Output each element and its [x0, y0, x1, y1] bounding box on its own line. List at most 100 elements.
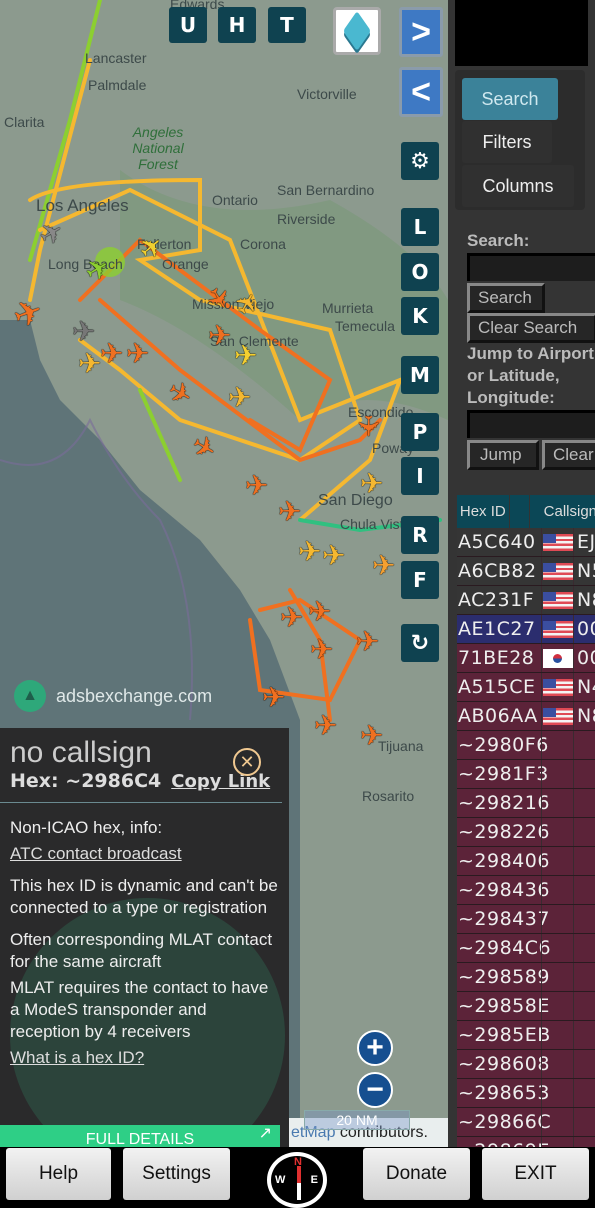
toggle-u-button[interactable]: U: [169, 7, 207, 43]
what-is-hex-link[interactable]: What is a hex ID?: [10, 1047, 279, 1069]
aircraft-icon[interactable]: ✈: [234, 342, 257, 370]
collapse-sidebar-button[interactable]: <: [399, 67, 443, 117]
aircraft-icon[interactable]: ✈: [245, 472, 268, 500]
aircraft-icon[interactable]: ✈: [100, 340, 123, 368]
help-button[interactable]: Help: [6, 1148, 111, 1200]
column-header-flag[interactable]: [508, 495, 529, 528]
toggle-m-button[interactable]: M: [401, 356, 439, 394]
aircraft-icon[interactable]: ✈: [280, 604, 303, 632]
settings-gear-button[interactable]: ⚙: [401, 142, 439, 180]
table-row[interactable]: AC231F N8: [457, 586, 595, 615]
donate-button[interactable]: Donate: [363, 1148, 470, 1200]
flag-cell: [541, 1050, 573, 1078]
layers-button[interactable]: [333, 7, 381, 55]
table-row[interactable]: A6CB82 N5: [457, 557, 595, 586]
full-details-button[interactable]: FULL DETAILS ↗: [0, 1125, 280, 1147]
aircraft-icon[interactable]: ✈: [310, 636, 333, 664]
tab-filters[interactable]: Filters: [462, 121, 552, 163]
table-row[interactable]: ~298436: [457, 876, 595, 905]
tab-columns[interactable]: Columns: [462, 165, 574, 207]
search-input[interactable]: [467, 253, 595, 281]
aircraft-icon[interactable]: ✈: [72, 318, 95, 346]
toggle-r-button[interactable]: R: [401, 516, 439, 554]
table-row[interactable]: ~298226: [457, 818, 595, 847]
table-row[interactable]: A515CE N4: [457, 673, 595, 702]
column-header-hex[interactable]: Hex ID: [457, 495, 509, 528]
table-row[interactable]: ~2984C6: [457, 934, 595, 963]
toggle-t-button[interactable]: T: [268, 7, 306, 43]
full-details-label: FULL DETAILS: [85, 1131, 195, 1147]
clear-search-button[interactable]: Clear Search: [467, 313, 595, 343]
table-row[interactable]: A5C640 EJ: [457, 528, 595, 557]
column-header-callsign[interactable]: Callsign: [528, 495, 595, 528]
external-link-icon: ↗: [258, 1125, 272, 1142]
flag-cell: [541, 1021, 573, 1049]
hex-cell: A515CE: [458, 676, 536, 698]
table-row[interactable]: ~2980F6: [457, 731, 595, 760]
aircraft-icon[interactable]: ✈: [372, 552, 395, 580]
table-row[interactable]: ~298437: [457, 905, 595, 934]
table-row[interactable]: ~29858E: [457, 992, 595, 1021]
aircraft-icon[interactable]: ✈: [78, 350, 101, 378]
copy-link[interactable]: Copy Link: [171, 771, 270, 792]
aircraft-icon[interactable]: ✈: [208, 322, 231, 350]
flag-cell: [541, 934, 573, 962]
close-button[interactable]: ✕: [233, 748, 261, 776]
exit-button[interactable]: EXIT: [482, 1148, 589, 1200]
table-row[interactable]: ~2981F3: [457, 760, 595, 789]
table-row[interactable]: ~29866C: [457, 1108, 595, 1137]
callsign-cell: [573, 992, 595, 1020]
compass-w: W: [275, 1174, 286, 1186]
map-label: Murrieta: [322, 300, 374, 316]
aircraft-icon[interactable]: ✈: [322, 542, 345, 570]
aircraft-icon[interactable]: ✈: [360, 722, 383, 750]
table-row[interactable]: AE1C27 00: [457, 615, 595, 644]
aircraft-icon[interactable]: ✈: [126, 340, 149, 368]
tab-search[interactable]: Search: [462, 78, 558, 120]
aircraft-icon[interactable]: ✈: [356, 628, 379, 656]
hex-cell: ~2985EB: [458, 1024, 551, 1046]
zoom-in-button[interactable]: +: [357, 1030, 393, 1066]
aircraft-icon[interactable]: ✈: [228, 384, 251, 412]
toggle-f-button[interactable]: F: [401, 561, 439, 599]
logo-text: adsbexchange.com: [56, 685, 213, 706]
table-row[interactable]: ~2985EB: [457, 1021, 595, 1050]
hex-cell: ~2984C6: [458, 937, 552, 959]
aircraft-icon[interactable]: ✈: [360, 470, 383, 498]
clear-jump-button[interactable]: Clear: [542, 440, 595, 470]
table-row[interactable]: ~298653: [457, 1079, 595, 1108]
flag-us-icon: [542, 620, 573, 638]
replay-button[interactable]: ↻: [401, 624, 439, 662]
jump-button[interactable]: Jump: [467, 440, 539, 470]
hex-cell: ~29866C: [458, 1111, 552, 1133]
toggle-k-button[interactable]: K: [401, 297, 439, 335]
callsign-cell: [573, 963, 595, 991]
aircraft-icon[interactable]: ✈: [298, 538, 321, 566]
search-button[interactable]: Search: [467, 283, 545, 313]
toggle-l-button[interactable]: L: [401, 208, 439, 246]
table-row[interactable]: ~298406: [457, 847, 595, 876]
aircraft-icon[interactable]: ✈: [314, 712, 337, 740]
toggle-p-button[interactable]: P: [401, 413, 439, 451]
zoom-out-button[interactable]: −: [357, 1072, 393, 1108]
jump-input[interactable]: [467, 410, 595, 438]
table-row[interactable]: ~298608: [457, 1050, 595, 1079]
expand-sidebar-button[interactable]: >: [399, 7, 443, 57]
table-row[interactable]: ~298216: [457, 789, 595, 818]
aircraft-icon[interactable]: ✈: [308, 598, 331, 626]
atc-contact-link[interactable]: ATC contact broadcast: [10, 843, 279, 865]
settings-button[interactable]: Settings: [123, 1148, 230, 1200]
toggle-o-button[interactable]: O: [401, 253, 439, 291]
table-row[interactable]: AB06AA N8: [457, 702, 595, 731]
aircraft-icon[interactable]: ✈: [262, 684, 285, 712]
table-row[interactable]: ~298589: [457, 963, 595, 992]
table-row[interactable]: 71BE28 00: [457, 644, 595, 673]
table-header: Hex ID Callsign: [457, 495, 595, 528]
aircraft-icon[interactable]: ✈: [278, 498, 301, 526]
aircraft-icon[interactable]: ✈: [353, 414, 384, 437]
sidebar-header: [455, 0, 588, 66]
table-row[interactable]: ~29869E: [457, 1137, 595, 1147]
toggle-h-button[interactable]: H: [218, 7, 256, 43]
hex-cell: AC231F: [458, 589, 535, 611]
toggle-i-button[interactable]: I: [401, 457, 439, 495]
